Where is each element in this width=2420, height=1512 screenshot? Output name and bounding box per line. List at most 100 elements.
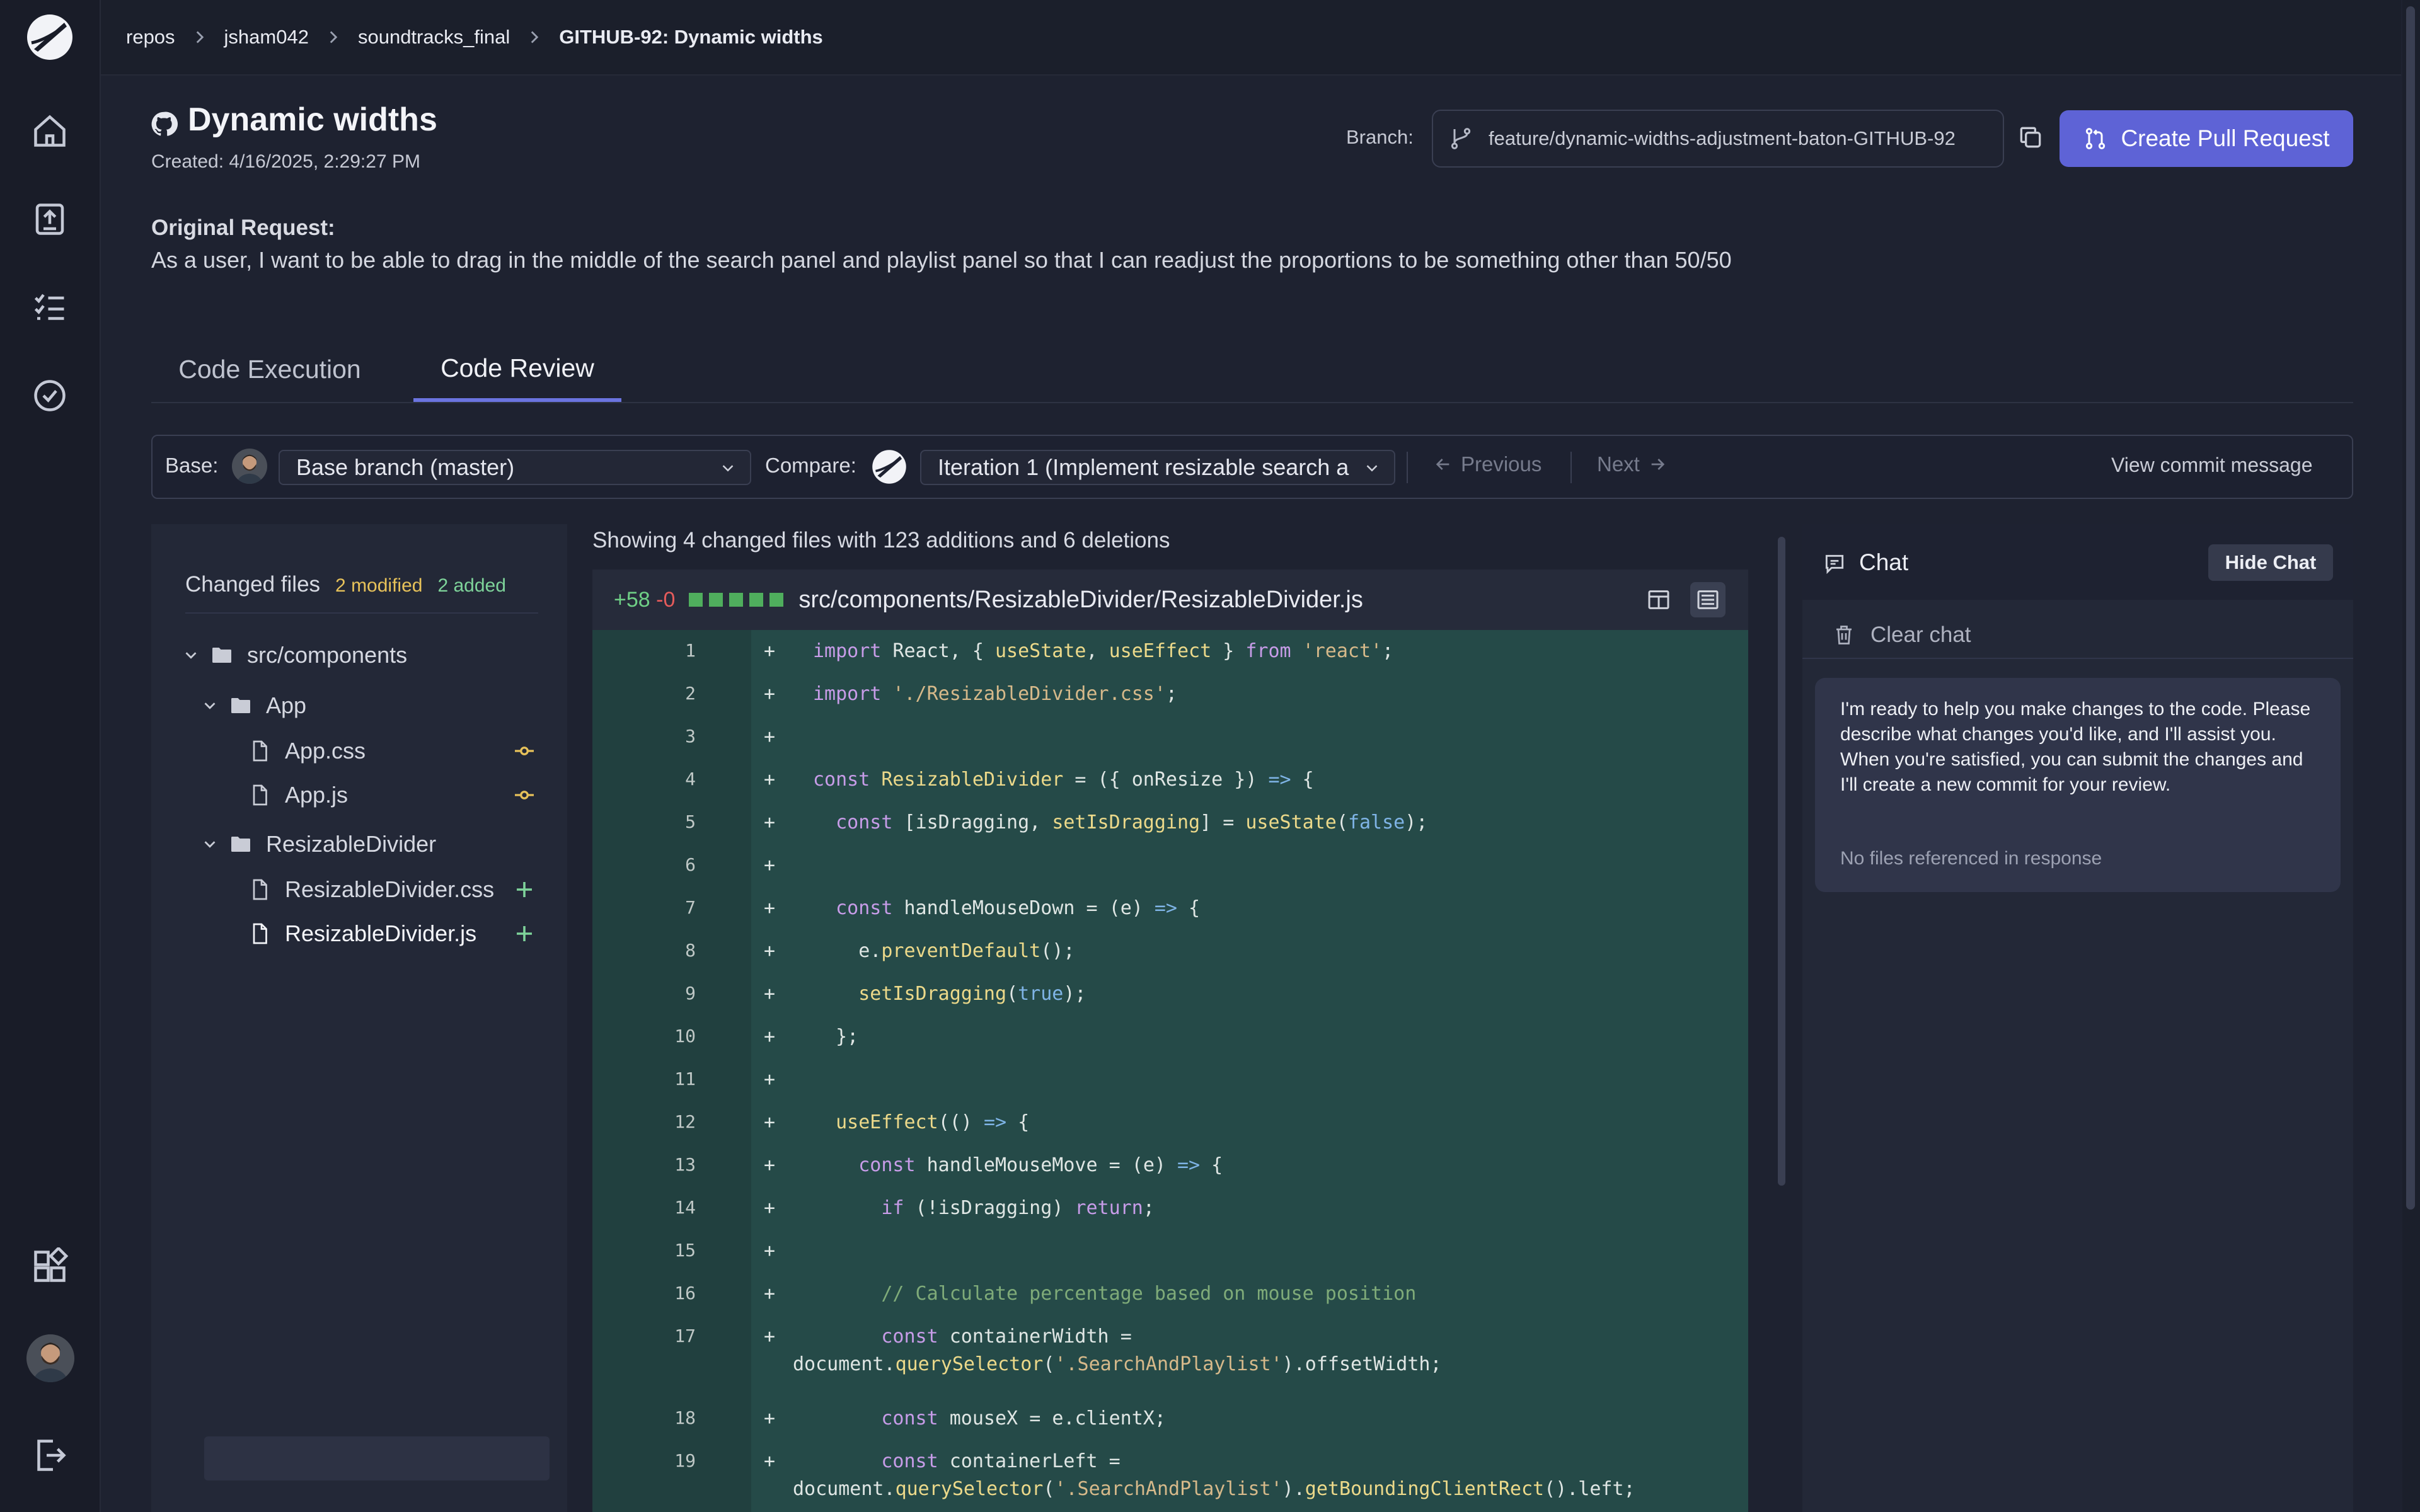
base-branch-select[interactable]: Base branch (master) [279,450,751,485]
create-pull-request-button[interactable]: Create Pull Request [2060,110,2353,167]
assistant-message: I'm ready to help you make changes to th… [1815,678,2341,892]
line-number: 3 [685,726,696,747]
file-icon [253,923,267,944]
next-label: Next [1597,452,1640,476]
branch-icon [1451,128,1471,149]
added-marker: + [764,983,776,1005]
tree-label: ResizableDivider.js [285,920,477,946]
code-line: 4 + const ResizableDivider = ({ onResize }… [592,759,1748,801]
view-commit-message-button[interactable]: View commit message [2111,454,2313,477]
code-text: // Calculate percentage based on mouse p… [881,1283,1417,1305]
previous-button[interactable]: Previous [1433,452,1541,476]
next-button[interactable]: Next [1597,452,1668,476]
divider [1570,452,1572,483]
hide-chat-button[interactable]: Hide Chat [2208,544,2333,581]
changed-files-panel: Changed files 2 modified 2 added src/compo… [151,524,567,1512]
clear-chat-button[interactable]: Clear chat [1802,612,2353,659]
code-text: const containerLeft = [881,1450,1121,1472]
deletions-count: -0 [656,587,676,612]
code-line: 8 + e.preventDefault(); [592,930,1748,973]
home-icon[interactable] [31,112,69,150]
check-circle-icon[interactable] [31,377,69,415]
split-view-icon [1648,590,1669,609]
tree-file-app-css[interactable]: App.css [248,731,366,771]
github-icon [151,112,178,136]
changed-files-title: Changed files [185,572,321,597]
tree-file-resizabledivider-js[interactable]: ResizableDivider.js [248,914,476,954]
code-text: const [isDragging, setIsDragging] = useS… [836,811,1428,833]
tree-file-resizabledivider-css[interactable]: ResizableDivider.css [248,869,494,910]
breadcrumb-repo[interactable]: soundtracks_final [358,26,510,49]
unified-view-button[interactable] [1690,582,1726,617]
chat-title: Chat [1859,549,1909,575]
branch-field[interactable]: feature/dynamic-widths-adjustment-baton-… [1432,110,2004,168]
code-line: 6 + [592,844,1748,887]
tree-folder-app[interactable]: App [200,685,306,726]
logout-icon[interactable] [31,1436,69,1474]
added-marker: + [764,1068,776,1091]
line-number: 14 [674,1197,696,1218]
selected-row-highlight [204,1436,550,1480]
tree-file-app-js[interactable]: App.js [248,775,348,815]
breadcrumb-user[interactable]: jsham042 [224,26,309,49]
page-scrollbar[interactable] [2402,0,2420,1512]
tab-code-review[interactable]: Code Review [413,338,621,402]
divider [1407,452,1408,483]
code-line: 18 + const mouseX = e.clientX; [592,1397,1748,1440]
copy-icon[interactable] [2017,123,2044,151]
modified-status-icon [515,747,534,755]
line-number: 19 [674,1450,696,1471]
added-marker: + [764,854,776,876]
clear-chat-label: Clear chat [1870,622,1971,647]
chevron-right-icon [330,31,338,43]
breadcrumb-repos[interactable]: repos [126,26,175,49]
tree-label: App.js [285,782,349,808]
compare-iteration-select[interactable]: Iteration 1 (Implement resizable search … [920,450,1395,485]
code-text: const containerWidth = [881,1326,1132,1348]
trash-icon [1836,626,1852,644]
line-number: 2 [685,683,696,704]
diff-file-path: src/components/ResizableDivider/Resizabl… [798,586,1363,613]
folder-icon [231,837,250,852]
tree-label: ResizableDivider.css [285,876,495,902]
line-number: 13 [674,1154,696,1175]
diff-scrollbar[interactable] [1776,524,1787,1512]
divider [185,612,538,614]
tree-label: App [266,692,307,718]
code-text: const handleMouseDown = (e) => { [836,897,1201,919]
code-line: 12 + useEffect(() => { [592,1101,1748,1144]
line-number: 17 [674,1326,696,1346]
scrollbar-thumb[interactable] [2406,6,2415,1210]
compare-label: Compare: [765,454,856,477]
tree-folder-src-components[interactable]: src/components [182,635,407,675]
avatar[interactable] [26,1334,74,1382]
checklist-icon[interactable] [31,289,69,326]
added-marker: + [764,683,776,705]
file-icon [253,879,267,900]
added-marker: + [764,1283,776,1305]
code-line: 2 + import './ResizableDivider.css'; [592,673,1748,716]
upload-icon[interactable] [31,200,69,238]
arrow-left-icon [1436,459,1449,470]
added-status-icon [517,882,532,897]
line-number: 1 [685,640,696,661]
tree-label: src/components [247,642,408,668]
line-number: 18 [674,1407,696,1428]
logo-icon[interactable] [25,13,74,62]
code-text-wrapped: document.querySelector('.SearchAndPlayli… [793,1478,1635,1500]
logo-icon [872,450,906,484]
chat-header: Chat Hide Chat [1802,524,2353,600]
added-marker: + [764,1154,776,1176]
chevron-right-icon [196,31,204,43]
code-text: const mouseX = e.clientX; [881,1407,1166,1429]
code-line: 11 + [592,1058,1748,1101]
left-rail [0,0,101,1512]
widgets-icon[interactable] [31,1247,69,1285]
tab-code-execution[interactable]: Code Execution [151,338,388,401]
split-view-button[interactable] [1641,582,1676,617]
breadcrumb-current: GITHUB-92: Dynamic widths [559,26,823,48]
tab-bar: Code Execution Code Review [151,338,2353,403]
scrollbar-thumb[interactable] [1778,537,1785,1186]
tree-folder-resizabledivider[interactable]: ResizableDivider [200,824,436,864]
added-marker: + [764,897,776,919]
